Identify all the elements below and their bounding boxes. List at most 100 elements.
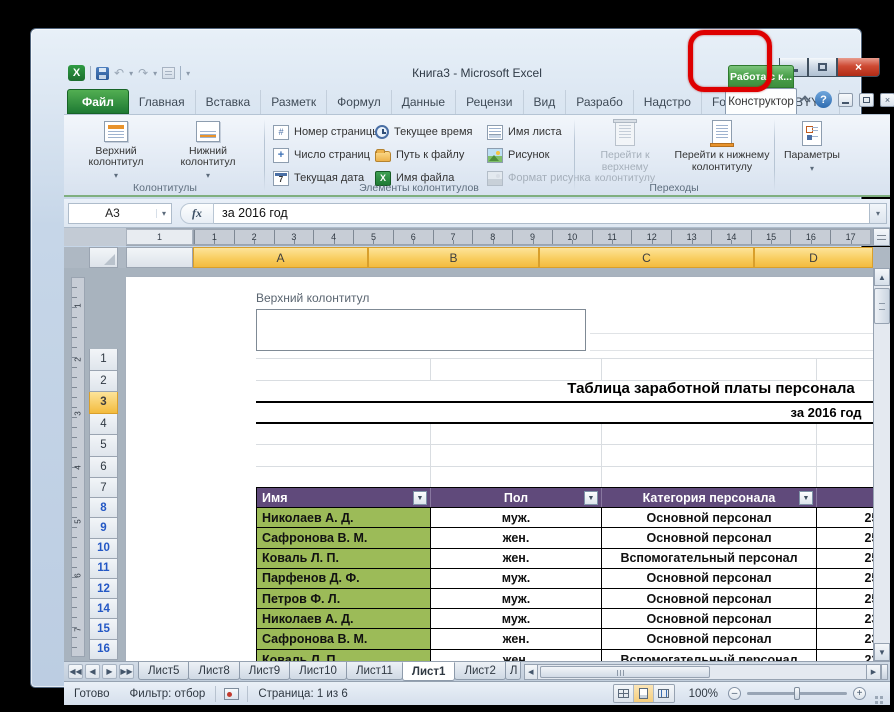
row-header[interactable]: 8 <box>89 498 118 519</box>
row-header[interactable]: 6 <box>89 456 118 478</box>
scroll-right-icon[interactable]: ▶ <box>867 664 881 680</box>
table-header-cell[interactable]: Категория персонала ▼ <box>602 488 817 508</box>
zoom-slider[interactable] <box>747 687 847 700</box>
maximize-button[interactable] <box>808 58 837 77</box>
cell-name[interactable]: Сафронова В. М. <box>257 629 431 649</box>
cell-category[interactable]: Основной персонал <box>602 609 817 629</box>
cell-name[interactable]: Николаев А. Д. <box>257 508 431 528</box>
help-icon[interactable]: ? <box>815 91 832 108</box>
select-all-corner[interactable] <box>89 247 118 268</box>
filter-dropdown-icon[interactable]: ▼ <box>799 491 813 505</box>
row-header[interactable]: 12 <box>89 578 118 600</box>
cell-name[interactable]: Сафронова В. М. <box>257 528 431 548</box>
cell-gender[interactable]: муж. <box>431 609 602 629</box>
formula-input[interactable]: за 2016 год <box>214 202 870 224</box>
row-header[interactable]: 1 <box>89 349 118 371</box>
ribbon-tab[interactable]: Рецензи <box>456 90 524 114</box>
cell-name[interactable]: Петров Ф. Л. <box>257 588 431 609</box>
cell-gender[interactable]: муж. <box>431 588 602 609</box>
first-sheet-icon[interactable]: ◀◀ <box>68 664 83 679</box>
go-to-footer-button[interactable]: Перейти к нижнему колонтитулу <box>674 119 770 185</box>
cell-name[interactable]: Коваль Л. П. <box>257 649 431 661</box>
page-layout-view-button[interactable] <box>633 685 654 702</box>
sheet-tab[interactable]: Лист11 <box>345 662 403 680</box>
close-button[interactable]: × <box>837 58 880 77</box>
zoom-in-icon[interactable]: + <box>853 687 866 700</box>
column-header[interactable]: C <box>539 247 754 268</box>
zoom-level[interactable]: 100% <box>689 688 718 700</box>
resize-grip[interactable] <box>872 688 884 700</box>
workbook-minimize-button[interactable] <box>838 92 853 107</box>
macro-record-icon[interactable] <box>224 687 240 700</box>
cell-name[interactable]: Коваль Л. П. <box>257 548 431 568</box>
column-header[interactable]: B <box>368 247 539 268</box>
cell-gender[interactable]: муж. <box>431 508 602 528</box>
tab-konstruktor[interactable]: Конструктор <box>725 88 797 115</box>
cell-category[interactable]: Вспомогательный персонал <box>602 548 817 568</box>
sheet-tab[interactable]: Л <box>504 662 521 680</box>
ribbon-tab[interactable]: Данные <box>392 90 457 114</box>
next-sheet-icon[interactable]: ▶ <box>102 664 117 679</box>
cell-category[interactable]: Основной персонал <box>602 629 817 649</box>
cell-name[interactable]: Парфенов Д. Ф. <box>257 568 431 588</box>
cell-category[interactable]: Вспомогательный персонал <box>602 649 817 661</box>
zoom-out-icon[interactable]: – <box>728 687 741 700</box>
cell-gender[interactable]: муж. <box>431 568 602 588</box>
horizontal-scroll-track[interactable] <box>537 664 867 680</box>
zoom-slider-thumb[interactable] <box>794 687 800 700</box>
workbook-restore-button[interactable] <box>859 92 874 107</box>
ribbon-tab[interactable]: Надстро <box>634 90 702 114</box>
row-header[interactable]: 10 <box>89 538 118 559</box>
footer-button[interactable]: Нижний колонтитул ▾ <box>169 119 247 181</box>
element-button[interactable]: Номер страницы <box>271 121 380 143</box>
cell-category[interactable]: Основной персонал <box>602 508 817 528</box>
cell-category[interactable]: Основной персонал <box>602 528 817 548</box>
cell-gender[interactable]: жен. <box>431 629 602 649</box>
cell-gender[interactable]: жен. <box>431 649 602 661</box>
row-header[interactable]: 2 <box>89 370 118 392</box>
cell-gender[interactable]: жен. <box>431 528 602 548</box>
scroll-down-icon[interactable]: ▼ <box>874 643 890 661</box>
row-header[interactable]: 7 <box>89 478 118 499</box>
table-header-cell[interactable]: Пол ▼ <box>431 488 602 508</box>
table-subtitle-cell[interactable]: за 2016 год <box>256 401 890 424</box>
row-header[interactable]: 9 <box>89 518 118 539</box>
page-break-view-button[interactable] <box>653 685 674 702</box>
header-right-section[interactable] <box>590 333 890 351</box>
row-header[interactable]: 11 <box>89 558 118 579</box>
vertical-scroll-thumb[interactable] <box>874 288 890 324</box>
ribbon-tab[interactable]: Разметк <box>261 90 328 114</box>
filter-dropdown-icon[interactable]: ▼ <box>413 491 427 505</box>
insert-function-button[interactable]: fx <box>180 202 214 224</box>
row-header[interactable]: 15 <box>89 619 118 640</box>
ribbon-tab[interactable]: Файл <box>67 89 129 114</box>
element-button[interactable]: Текущее время <box>373 121 485 143</box>
prev-sheet-icon[interactable]: ◀ <box>85 664 100 679</box>
table-title[interactable]: Таблица заработной платы персонала <box>501 380 890 397</box>
row-header[interactable]: 14 <box>89 599 118 620</box>
cell-gender[interactable]: жен. <box>431 548 602 568</box>
cell-name[interactable]: Николаев А. Д. <box>257 609 431 629</box>
sheet-tab[interactable]: Лист10 <box>289 662 347 680</box>
sheet-tab[interactable]: Лист5 <box>138 662 190 680</box>
element-button[interactable]: Путь к файлу <box>373 144 485 166</box>
vertical-scrollbar[interactable]: ▲ ▼ <box>873 268 890 661</box>
scroll-up-icon[interactable]: ▲ <box>874 268 890 286</box>
ribbon-tab[interactable]: Главная <box>129 90 196 114</box>
row-header[interactable]: 4 <box>89 413 118 435</box>
element-button[interactable]: Число страниц <box>271 144 373 166</box>
name-box-dropdown-icon[interactable]: ▾ <box>156 208 171 218</box>
formula-bar-expand-icon[interactable]: ▾ <box>870 202 887 224</box>
row-header[interactable]: 5 <box>89 435 118 457</box>
sheet-tab[interactable]: Лист1 <box>401 662 456 681</box>
options-button[interactable]: Параметры ▾ <box>775 119 849 181</box>
sheet-tab[interactable]: Лист2 <box>454 662 506 680</box>
last-sheet-icon[interactable]: ▶▶ <box>119 664 134 679</box>
ribbon-tab[interactable]: Вставка <box>196 90 262 114</box>
cell-category[interactable]: Основной персонал <box>602 588 817 609</box>
collapse-ribbon-icon[interactable] <box>799 95 811 107</box>
go-to-header-button[interactable]: Перейти к верхнему колонтитулу <box>577 119 673 185</box>
name-box[interactable]: A3 ▾ <box>68 202 172 224</box>
cell-category[interactable]: Основной персонал <box>602 568 817 588</box>
filter-dropdown-icon[interactable]: ▼ <box>584 491 598 505</box>
